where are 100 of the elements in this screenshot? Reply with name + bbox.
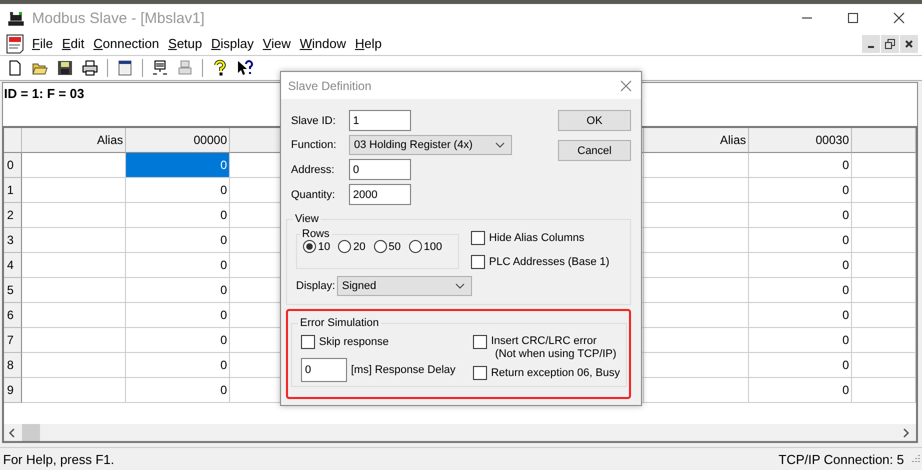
- child-minimize-button[interactable]: [862, 34, 880, 52]
- table-cell[interactable]: [22, 203, 126, 228]
- checkbox-option[interactable]: PLC Addresses (Base 1): [471, 255, 610, 269]
- table-cell[interactable]: [644, 278, 749, 303]
- maximize-icon: [847, 12, 859, 24]
- table-cell[interactable]: 0: [126, 178, 230, 203]
- table-cell[interactable]: [852, 328, 916, 353]
- computer-icon: [177, 60, 193, 76]
- menu-item[interactable]: View: [258, 34, 295, 54]
- menu-item[interactable]: Setup: [164, 34, 206, 54]
- checkbox[interactable]: [301, 335, 315, 349]
- menu-item[interactable]: File: [28, 34, 57, 54]
- radio-option[interactable]: 10: [303, 240, 330, 253]
- menu-item[interactable]: Connection: [89, 34, 164, 54]
- table-cell[interactable]: [22, 278, 126, 303]
- row-header: 0: [4, 153, 22, 178]
- checkbox[interactable]: [471, 255, 485, 269]
- table-cell[interactable]: [22, 328, 126, 353]
- checkbox-option[interactable]: Hide Alias Columns: [471, 231, 610, 245]
- table-cell[interactable]: 0: [126, 303, 230, 328]
- radio-option[interactable]: 20: [338, 240, 366, 253]
- table-cell[interactable]: [644, 378, 749, 403]
- table-cell[interactable]: 0: [749, 353, 852, 378]
- table-cell[interactable]: 0: [126, 253, 230, 278]
- menu-item[interactable]: Window: [296, 34, 350, 54]
- table-cell[interactable]: 0: [126, 228, 230, 253]
- checkbox[interactable]: [471, 231, 485, 245]
- table-cell[interactable]: [852, 278, 916, 303]
- checkbox-option[interactable]: Return exception 06, Busy: [472, 366, 620, 380]
- table-cell[interactable]: 0: [749, 153, 852, 178]
- table-cell[interactable]: 0: [749, 253, 852, 278]
- table-cell[interactable]: [852, 253, 916, 278]
- table-cell[interactable]: 0: [749, 278, 852, 303]
- table-cell[interactable]: 0: [749, 178, 852, 203]
- field-label: Function:: [291, 139, 338, 151]
- menu-item[interactable]: Edit: [58, 34, 88, 54]
- input-field[interactable]: 1: [349, 110, 411, 131]
- table-cell[interactable]: 0: [126, 278, 230, 303]
- dropdown[interactable]: 03 Holding Register (4x): [349, 135, 512, 155]
- table-cell[interactable]: [22, 228, 126, 253]
- table-cell[interactable]: [22, 353, 126, 378]
- table-cell[interactable]: 0: [749, 303, 852, 328]
- table-cell[interactable]: [644, 178, 749, 203]
- info-line: ID = 1: F = 03: [4, 86, 84, 101]
- radio-button[interactable]: [338, 240, 352, 253]
- input-field[interactable]: 0: [301, 358, 347, 382]
- table-cell[interactable]: [644, 353, 749, 378]
- table-cell[interactable]: 0: [749, 228, 852, 253]
- table-cell[interactable]: [852, 153, 916, 178]
- table-cell[interactable]: 0: [126, 353, 230, 378]
- table-cell[interactable]: 0: [126, 153, 230, 178]
- input-field[interactable]: 2000: [349, 184, 411, 205]
- chevron-down-icon: [455, 283, 465, 289]
- dialog-button[interactable]: Cancel: [558, 140, 631, 161]
- field-label: Quantity:: [291, 188, 336, 200]
- scroll-thumb[interactable]: [22, 424, 40, 441]
- checkbox-option[interactable]: Skip response: [301, 335, 456, 349]
- table-cell[interactable]: 0: [749, 378, 852, 403]
- table-cell[interactable]: 0: [749, 203, 852, 228]
- child-restore-button[interactable]: [881, 34, 899, 52]
- computer-icon: [152, 60, 168, 76]
- child-close-button[interactable]: [900, 34, 918, 52]
- column-header: [852, 128, 916, 153]
- table-cell[interactable]: [22, 253, 126, 278]
- table-cell[interactable]: [852, 353, 916, 378]
- dialog-button[interactable]: OK: [558, 110, 631, 131]
- table-cell[interactable]: 0: [126, 378, 230, 403]
- table-cell[interactable]: 0: [126, 203, 230, 228]
- radio-button[interactable]: [374, 240, 386, 253]
- table-cell[interactable]: [22, 178, 126, 203]
- table-cell[interactable]: [644, 303, 749, 328]
- table-cell[interactable]: [644, 253, 749, 278]
- radio-button[interactable]: [303, 240, 316, 253]
- table-cell[interactable]: 0: [749, 328, 852, 353]
- column-header: 00000: [126, 128, 230, 153]
- table-cell[interactable]: 0: [126, 328, 230, 353]
- menu-item[interactable]: Display: [207, 34, 258, 54]
- horizontal-scrollbar[interactable]: [4, 424, 916, 441]
- table-cell[interactable]: [852, 378, 916, 403]
- table-cell[interactable]: [644, 328, 749, 353]
- table-cell[interactable]: [22, 378, 126, 403]
- input-field[interactable]: 0: [349, 159, 411, 180]
- table-cell[interactable]: [852, 228, 916, 253]
- table-cell[interactable]: [644, 203, 749, 228]
- table-cell[interactable]: [644, 228, 749, 253]
- table-cell[interactable]: [852, 203, 916, 228]
- column-header: Alias: [22, 128, 126, 153]
- dropdown[interactable]: Signed: [337, 276, 472, 296]
- checkbox-option[interactable]: Insert CRC/LRC error (Not when using TCP/IP): [472, 335, 620, 361]
- radio-button[interactable]: [408, 240, 422, 253]
- table-cell[interactable]: [644, 153, 749, 178]
- radio-option[interactable]: 50: [374, 240, 401, 253]
- radio-option[interactable]: 100: [408, 240, 442, 253]
- menu-item[interactable]: Help: [350, 34, 386, 54]
- resize-grip-icon[interactable]: [910, 454, 920, 464]
- checkbox[interactable]: [472, 335, 487, 349]
- table-cell[interactable]: [852, 303, 916, 328]
- table-cell[interactable]: [22, 303, 126, 328]
- checkbox[interactable]: [472, 366, 487, 380]
- table-cell[interactable]: [852, 178, 916, 203]
